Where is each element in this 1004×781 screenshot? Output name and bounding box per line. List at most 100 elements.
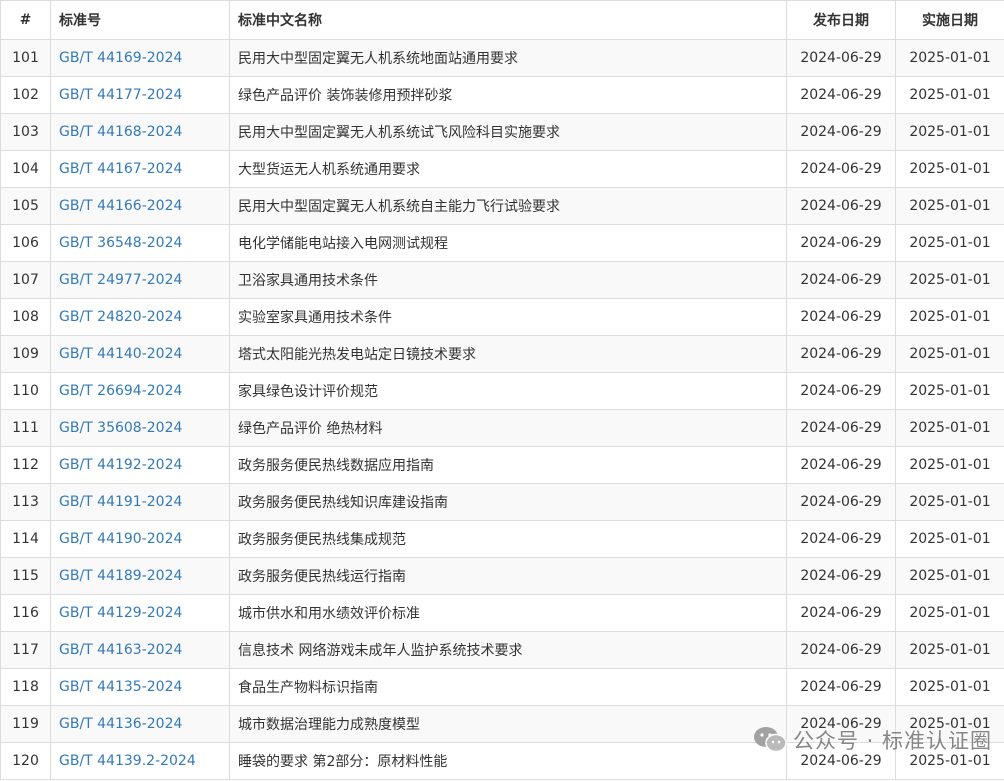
row-index: 105 <box>0 187 51 225</box>
header-effective-date[interactable]: 实施日期 <box>895 0 1004 40</box>
standard-code-link[interactable]: GB/T 44135-2024 <box>59 679 182 695</box>
row-effective-date: 2025-01-01 <box>895 705 1004 743</box>
row-standard-code-cell: GB/T 44163-2024 <box>50 631 230 669</box>
row-publish-date: 2024-06-29 <box>786 742 896 780</box>
row-standard-code-cell: GB/T 44192-2024 <box>50 446 230 484</box>
row-effective-date: 2025-01-01 <box>895 409 1004 447</box>
standard-code-link[interactable]: GB/T 44168-2024 <box>59 124 182 140</box>
row-standard-name: 城市数据治理能力成熟度模型 <box>229 705 787 743</box>
standard-code-link[interactable]: GB/T 36548-2024 <box>59 235 182 251</box>
row-standard-name: 塔式太阳能光热发电站定日镜技术要求 <box>229 335 787 373</box>
row-effective-date: 2025-01-01 <box>895 668 1004 706</box>
row-standard-code-cell: GB/T 44135-2024 <box>50 668 230 706</box>
header-index[interactable]: # <box>0 0 51 40</box>
table-row: 116 GB/T 44129-2024 城市供水和用水绩效评价标准 2024-06-2… <box>0 594 1004 632</box>
row-standard-code-cell: GB/T 35608-2024 <box>50 409 230 447</box>
row-publish-date: 2024-06-29 <box>786 446 896 484</box>
row-standard-code-cell: GB/T 44167-2024 <box>50 150 230 188</box>
row-standard-name: 食品生产物料标识指南 <box>229 668 787 706</box>
row-index: 111 <box>0 409 51 447</box>
standard-code-link[interactable]: GB/T 44163-2024 <box>59 642 182 658</box>
standard-code-link[interactable]: GB/T 44169-2024 <box>59 50 182 66</box>
table-row: 112 GB/T 44192-2024 政务服务便民热线数据应用指南 2024-06-… <box>0 446 1004 484</box>
standard-code-link[interactable]: GB/T 44177-2024 <box>59 87 182 103</box>
header-standard-name[interactable]: 标准中文名称 <box>229 0 787 40</box>
standard-code-link[interactable]: GB/T 44167-2024 <box>59 161 182 177</box>
header-publish-date[interactable]: 发布日期 <box>786 0 896 40</box>
row-publish-date: 2024-06-29 <box>786 187 896 225</box>
row-standard-code-cell: GB/T 44168-2024 <box>50 113 230 151</box>
standard-code-link[interactable]: GB/T 44191-2024 <box>59 494 182 510</box>
row-publish-date: 2024-06-29 <box>786 557 896 595</box>
row-standard-name: 政务服务便民热线数据应用指南 <box>229 446 787 484</box>
row-standard-code-cell: GB/T 26694-2024 <box>50 372 230 410</box>
standard-code-link[interactable]: GB/T 24977-2024 <box>59 272 182 288</box>
row-standard-code-cell: GB/T 44136-2024 <box>50 705 230 743</box>
standard-code-link[interactable]: GB/T 44139.2-2024 <box>59 753 196 769</box>
table-row: 118 GB/T 44135-2024 食品生产物料标识指南 2024-06-29 20… <box>0 668 1004 706</box>
row-effective-date: 2025-01-01 <box>895 335 1004 373</box>
header-row: # 标准号 标准中文名称 发布日期 实施日期 <box>0 0 1004 40</box>
row-standard-name: 绿色产品评价 绝热材料 <box>229 409 787 447</box>
row-index: 118 <box>0 668 51 706</box>
standard-code-link[interactable]: GB/T 44129-2024 <box>59 605 182 621</box>
table-row: 109 GB/T 44140-2024 塔式太阳能光热发电站定日镜技术要求 2024-… <box>0 335 1004 373</box>
row-index: 119 <box>0 705 51 743</box>
row-standard-code-cell: GB/T 24820-2024 <box>50 298 230 336</box>
row-effective-date: 2025-01-01 <box>895 483 1004 521</box>
row-publish-date: 2024-06-29 <box>786 705 896 743</box>
table-row: 115 GB/T 44189-2024 政务服务便民热线运行指南 2024-06-29… <box>0 557 1004 595</box>
row-standard-name: 民用大中型固定翼无人机系统地面站通用要求 <box>229 39 787 77</box>
row-standard-name: 睡袋的要求 第2部分：原材料性能 <box>229 742 787 780</box>
row-standard-code-cell: GB/T 44129-2024 <box>50 594 230 632</box>
row-effective-date: 2025-01-01 <box>895 150 1004 188</box>
row-index: 115 <box>0 557 51 595</box>
row-standard-code-cell: GB/T 44169-2024 <box>50 39 230 77</box>
table-row: 105 GB/T 44166-2024 民用大中型固定翼无人机系统自主能力飞行试验要… <box>0 187 1004 225</box>
row-effective-date: 2025-01-01 <box>895 742 1004 780</box>
row-index: 108 <box>0 298 51 336</box>
row-standard-code-cell: GB/T 44139.2-2024 <box>50 742 230 780</box>
table-row: 120 GB/T 44139.2-2024 睡袋的要求 第2部分：原材料性能 2024… <box>0 742 1004 780</box>
standard-code-link[interactable]: GB/T 44136-2024 <box>59 716 182 732</box>
row-publish-date: 2024-06-29 <box>786 298 896 336</box>
row-standard-code-cell: GB/T 44191-2024 <box>50 483 230 521</box>
row-effective-date: 2025-01-01 <box>895 187 1004 225</box>
row-standard-name: 民用大中型固定翼无人机系统试飞风险科目实施要求 <box>229 113 787 151</box>
row-publish-date: 2024-06-29 <box>786 113 896 151</box>
row-standard-name: 大型货运无人机系统通用要求 <box>229 150 787 188</box>
standard-code-link[interactable]: GB/T 26694-2024 <box>59 383 182 399</box>
table-row: 103 GB/T 44168-2024 民用大中型固定翼无人机系统试飞风险科目实施要… <box>0 113 1004 151</box>
row-standard-code-cell: GB/T 24977-2024 <box>50 261 230 299</box>
row-index: 104 <box>0 150 51 188</box>
table-row: 117 GB/T 44163-2024 信息技术 网络游戏未成年人监护系统技术要求 2… <box>0 631 1004 669</box>
standard-code-link[interactable]: GB/T 44189-2024 <box>59 568 182 584</box>
row-publish-date: 2024-06-29 <box>786 520 896 558</box>
row-index: 117 <box>0 631 51 669</box>
table-row: 114 GB/T 44190-2024 政务服务便民热线集成规范 2024-06-29… <box>0 520 1004 558</box>
row-standard-name: 电化学储能电站接入电网测试规程 <box>229 224 787 262</box>
row-effective-date: 2025-01-01 <box>895 298 1004 336</box>
table-header: # 标准号 标准中文名称 发布日期 实施日期 <box>0 0 1004 40</box>
row-effective-date: 2025-01-01 <box>895 446 1004 484</box>
row-standard-code-cell: GB/T 36548-2024 <box>50 224 230 262</box>
row-publish-date: 2024-06-29 <box>786 39 896 77</box>
row-index: 116 <box>0 594 51 632</box>
standard-code-link[interactable]: GB/T 44190-2024 <box>59 531 182 547</box>
row-publish-date: 2024-06-29 <box>786 483 896 521</box>
standard-code-link[interactable]: GB/T 24820-2024 <box>59 309 182 325</box>
table-row: 108 GB/T 24820-2024 实验室家具通用技术条件 2024-06-29 2… <box>0 298 1004 336</box>
row-publish-date: 2024-06-29 <box>786 631 896 669</box>
standard-code-link[interactable]: GB/T 44192-2024 <box>59 457 182 473</box>
row-standard-name: 政务服务便民热线集成规范 <box>229 520 787 558</box>
row-index: 110 <box>0 372 51 410</box>
table-row: 113 GB/T 44191-2024 政务服务便民热线知识库建设指南 2024-06… <box>0 483 1004 521</box>
row-publish-date: 2024-06-29 <box>786 76 896 114</box>
standard-code-link[interactable]: GB/T 35608-2024 <box>59 420 182 436</box>
row-standard-name: 信息技术 网络游戏未成年人监护系统技术要求 <box>229 631 787 669</box>
standard-code-link[interactable]: GB/T 44140-2024 <box>59 346 182 362</box>
row-index: 120 <box>0 742 51 780</box>
row-index: 109 <box>0 335 51 373</box>
header-standard-code[interactable]: 标准号 <box>50 0 230 40</box>
standard-code-link[interactable]: GB/T 44166-2024 <box>59 198 182 214</box>
